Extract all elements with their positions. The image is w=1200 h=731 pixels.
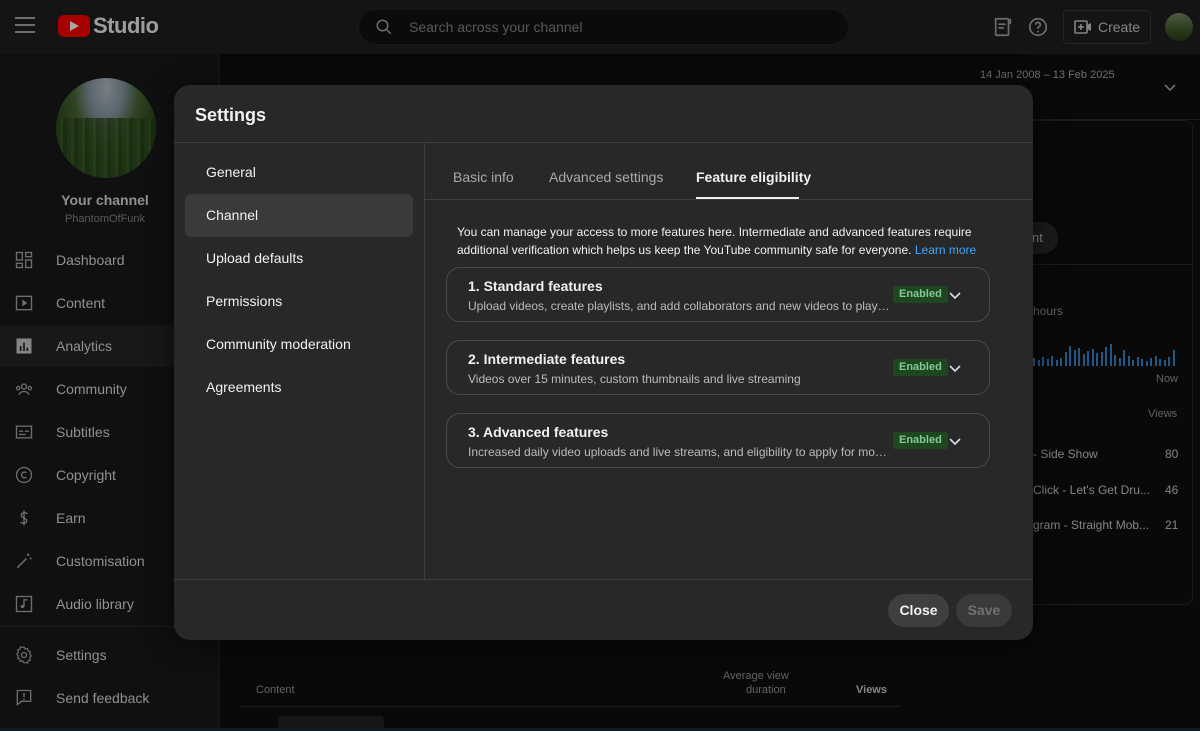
- feature-title: 1. Standard features: [468, 278, 603, 294]
- settings-menu-channel[interactable]: Channel: [185, 194, 413, 237]
- settings-dialog: Settings General Channel Upload defaults…: [174, 85, 1033, 640]
- menu-label: Upload defaults: [206, 250, 304, 266]
- menu-label: Channel: [206, 207, 259, 223]
- status-badge: Enabled: [893, 359, 948, 376]
- chevron-down-icon[interactable]: [948, 434, 962, 448]
- chevron-down-icon[interactable]: [948, 288, 962, 302]
- divider: [425, 199, 1033, 200]
- tab-basic-info[interactable]: Basic info: [453, 169, 514, 185]
- save-button[interactable]: Save: [956, 594, 1012, 627]
- chevron-down-icon[interactable]: [948, 361, 962, 375]
- menu-label: General: [206, 164, 256, 180]
- feature-description: Upload videos, create playlists, and add…: [468, 299, 890, 313]
- feature-intro: You can manage your access to more featu…: [457, 223, 987, 259]
- close-button[interactable]: Close: [888, 594, 949, 627]
- divider: [174, 142, 1033, 143]
- menu-label: Community moderation: [206, 336, 351, 352]
- menu-label: Agreements: [206, 379, 282, 395]
- status-badge: Enabled: [893, 432, 948, 449]
- settings-menu-upload-defaults[interactable]: Upload defaults: [185, 237, 413, 280]
- divider: [424, 142, 425, 579]
- feature-title: 2. Intermediate features: [468, 351, 626, 367]
- tab-feature-eligibility[interactable]: Feature eligibility: [696, 169, 811, 185]
- feature-card-advanced[interactable]: 3. Advanced features Increased daily vid…: [446, 413, 990, 468]
- settings-menu-general[interactable]: General: [185, 151, 413, 194]
- learn-more-link[interactable]: Learn more: [915, 243, 976, 257]
- settings-menu-community-moderation[interactable]: Community moderation: [185, 323, 413, 366]
- feature-card-intermediate[interactable]: 2. Intermediate features Videos over 15 …: [446, 340, 990, 395]
- divider: [174, 579, 1033, 580]
- feature-card-standard[interactable]: 1. Standard features Upload videos, crea…: [446, 267, 990, 322]
- menu-label: Permissions: [206, 293, 283, 309]
- tab-advanced-settings[interactable]: Advanced settings: [549, 169, 663, 185]
- dialog-title: Settings: [195, 105, 267, 125]
- feature-title: 3. Advanced features: [468, 424, 609, 440]
- settings-menu-permissions[interactable]: Permissions: [185, 280, 413, 323]
- status-badge: Enabled: [893, 286, 948, 303]
- feature-description: Increased daily video uploads and live s…: [468, 445, 890, 459]
- settings-menu-agreements[interactable]: Agreements: [185, 366, 413, 409]
- intro-text: You can manage your access to more featu…: [457, 225, 972, 257]
- feature-description: Videos over 15 minutes, custom thumbnail…: [468, 372, 801, 386]
